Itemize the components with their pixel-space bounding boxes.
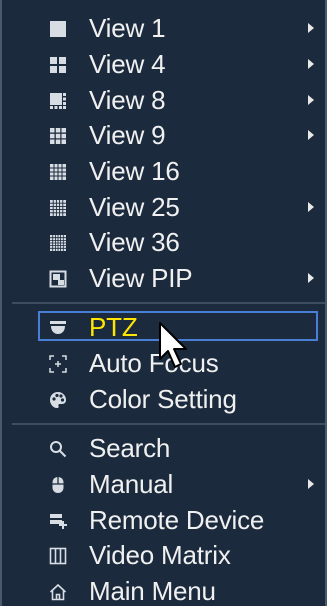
mouse-pointer-icon xyxy=(157,321,193,373)
submenu-arrow-icon xyxy=(308,59,314,69)
menu-divider xyxy=(12,423,325,425)
submenu-arrow-icon xyxy=(308,479,314,489)
menu-item-label: Remote Device xyxy=(89,505,265,535)
menu-item-main-menu[interactable]: Main Menu xyxy=(2,573,325,606)
search-icon xyxy=(49,440,67,458)
grid-16-icon xyxy=(49,163,67,181)
menu-item-video-matrix[interactable]: Video Matrix xyxy=(2,537,325,573)
single-square-icon xyxy=(49,20,67,38)
palette-icon xyxy=(49,391,67,409)
menu-item-label: View 4 xyxy=(89,49,166,79)
ptz-camera-icon xyxy=(49,319,67,337)
menu-item-label: Auto Focus xyxy=(89,348,219,378)
grid-4-icon xyxy=(49,56,67,74)
menu-item-label: View PIP xyxy=(89,263,193,293)
menu-item-label: Video Matrix xyxy=(89,540,231,570)
menu-item-label: View 36 xyxy=(89,227,180,257)
submenu-arrow-icon xyxy=(308,273,314,283)
video-matrix-icon xyxy=(49,547,67,565)
menu-item-view-pip[interactable]: View PIP xyxy=(2,260,325,296)
menu-item-view-9[interactable]: View 9 xyxy=(2,117,325,153)
home-icon xyxy=(49,583,67,601)
remote-device-icon xyxy=(49,512,67,530)
grid-9-icon xyxy=(49,127,67,145)
menu-divider xyxy=(12,302,325,304)
grid-25-icon xyxy=(49,199,67,217)
menu-item-view-4[interactable]: View 4 xyxy=(2,46,325,82)
grid-8-icon xyxy=(49,92,67,110)
menu-item-label: View 25 xyxy=(89,192,180,222)
menu-item-label: Color Setting xyxy=(89,384,237,414)
focus-icon xyxy=(49,355,67,373)
menu-item-view-25[interactable]: View 25 xyxy=(2,189,325,225)
grid-36-icon xyxy=(49,234,67,252)
menu-item-manual[interactable]: Manual xyxy=(2,466,325,502)
mouse-icon xyxy=(49,476,67,494)
menu-item-label: View 9 xyxy=(89,120,166,150)
menu-item-remote-device[interactable]: Remote Device xyxy=(2,502,325,538)
menu-item-label: Manual xyxy=(89,469,174,499)
submenu-arrow-icon xyxy=(308,23,314,33)
submenu-arrow-icon xyxy=(308,95,314,105)
menu-item-label: View 8 xyxy=(89,85,166,115)
menu-item-label: View 16 xyxy=(89,156,180,186)
picture-in-picture-icon xyxy=(49,270,67,288)
submenu-arrow-icon xyxy=(308,202,314,212)
menu-item-view-36[interactable]: View 36 xyxy=(2,224,325,260)
menu-item-view-8[interactable]: View 8 xyxy=(2,82,325,118)
menu-item-label: Search xyxy=(89,433,171,463)
menu-item-label: Main Menu xyxy=(89,576,216,606)
menu-item-label: PTZ xyxy=(89,312,138,342)
menu-item-search[interactable]: Search xyxy=(2,430,325,466)
menu-item-color-setting[interactable]: Color Setting xyxy=(2,381,325,417)
menu-item-view-1[interactable]: View 1 xyxy=(2,10,325,46)
submenu-arrow-icon xyxy=(308,130,314,140)
context-menu: View 1 View 4 View 8 View 9 View 16 View… xyxy=(0,0,327,606)
menu-item-label: View 1 xyxy=(89,13,166,43)
menu-item-view-16[interactable]: View 16 xyxy=(2,153,325,189)
